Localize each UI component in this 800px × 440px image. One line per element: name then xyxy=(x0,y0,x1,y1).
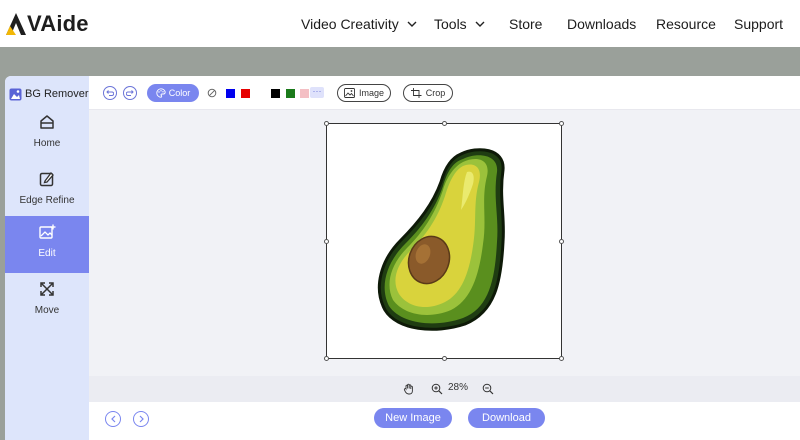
chevron-right-icon xyxy=(139,415,144,423)
nav-video-creativity[interactable]: Video Creativity xyxy=(301,16,417,32)
swatch-black[interactable] xyxy=(271,89,280,98)
image-icon xyxy=(344,88,355,98)
resize-handle-bottom-left[interactable] xyxy=(324,356,329,361)
avocado-image xyxy=(377,148,505,331)
resize-handle-top-right[interactable] xyxy=(559,121,564,126)
hand-pan-icon[interactable] xyxy=(403,383,415,395)
sidebar-item-label: Edge Refine xyxy=(19,195,75,206)
resize-handle-top-left[interactable] xyxy=(324,121,329,126)
move-icon xyxy=(40,282,54,296)
resize-handle-bottom[interactable] xyxy=(442,356,447,361)
swatch-red[interactable] xyxy=(241,89,250,98)
zoom-level: 28% xyxy=(448,382,469,393)
logo-mark-icon xyxy=(6,13,26,35)
home-icon xyxy=(40,115,54,129)
nav-store[interactable]: Store xyxy=(509,16,542,32)
logo-text: VAide xyxy=(27,11,89,36)
swatch-white[interactable] xyxy=(256,89,265,98)
chevron-down-icon xyxy=(475,21,485,27)
edge-refine-icon xyxy=(39,172,54,187)
sidebar-item-label: Move xyxy=(34,305,60,316)
zoom-out-icon[interactable] xyxy=(482,383,494,395)
nav-video-creativity-label: Video Creativity xyxy=(301,15,399,32)
redo-button[interactable] xyxy=(123,86,137,100)
zoom-in-icon[interactable] xyxy=(431,383,443,395)
nav-resource[interactable]: Resource xyxy=(656,16,716,32)
swatch-blue[interactable] xyxy=(226,89,235,98)
sidebar-item-label: Edit xyxy=(38,248,56,259)
image-button-label: Image xyxy=(358,88,384,98)
nav-support[interactable]: Support xyxy=(734,16,783,32)
undo-icon xyxy=(106,90,114,96)
palette-icon xyxy=(156,88,166,98)
resize-handle-right[interactable] xyxy=(559,239,564,244)
bg-remover-logo-icon xyxy=(9,88,22,100)
resize-handle-bottom-right[interactable] xyxy=(559,356,564,361)
color-button-label: Color xyxy=(168,88,191,98)
redo-icon xyxy=(126,90,134,96)
crop-icon xyxy=(410,88,422,98)
new-image-button[interactable]: New Image xyxy=(374,408,452,428)
image-preview[interactable] xyxy=(324,121,564,361)
resize-handle-left[interactable] xyxy=(324,239,329,244)
sidebar-item-edit[interactable]: Edit xyxy=(5,216,89,273)
previous-button[interactable] xyxy=(105,411,121,427)
crop-button[interactable]: Crop xyxy=(403,84,453,102)
nav-resource-label: Resource xyxy=(656,15,716,32)
no-color-icon[interactable] xyxy=(207,88,217,98)
sidebar-item-edge-refine[interactable]: Edge Refine xyxy=(5,163,89,220)
swatch-green[interactable] xyxy=(286,89,295,98)
nav-support-label: Support xyxy=(734,15,784,32)
nav-tools[interactable]: Tools xyxy=(434,16,485,32)
canvas-area xyxy=(89,110,800,376)
app-brand: BG Remover xyxy=(9,86,89,102)
download-button[interactable]: Download xyxy=(468,408,545,428)
nav-tools-label: Tools xyxy=(434,15,467,32)
sidebar-item-home[interactable]: Home xyxy=(5,106,89,163)
undo-button[interactable] xyxy=(103,86,117,100)
resize-handle-top[interactable] xyxy=(442,121,447,126)
color-button[interactable]: Color xyxy=(147,84,199,102)
app-brand-name: BG Remover xyxy=(25,88,89,100)
top-navigation: VAide Video Creativity Tools Store Downl… xyxy=(0,0,800,47)
chevron-left-icon xyxy=(110,415,115,423)
crop-button-label: Crop xyxy=(425,88,446,98)
edit-image-icon xyxy=(39,224,56,239)
more-colors-button[interactable]: ··· xyxy=(310,87,324,98)
sidebar-item-label: Home xyxy=(33,138,61,149)
nav-downloads[interactable]: Downloads xyxy=(567,16,636,32)
swatch-pink[interactable] xyxy=(300,89,309,98)
image-background-button[interactable]: Image xyxy=(337,84,391,102)
edit-toolbar: Color ··· Image Crop xyxy=(89,76,800,110)
sidebar: BG Remover Home Edge Refine Edit Move xyxy=(5,76,89,440)
editor-footer: New Image Download xyxy=(89,402,800,440)
nav-downloads-label: Downloads xyxy=(567,15,637,32)
chevron-down-icon xyxy=(407,21,417,27)
zoom-controls: 28% xyxy=(89,376,800,402)
site-logo[interactable]: VAide xyxy=(6,11,89,37)
sidebar-item-move[interactable]: Move xyxy=(5,273,89,330)
nav-store-label: Store xyxy=(509,15,543,32)
bg-remover-app: BG Remover Home Edge Refine Edit Move Co… xyxy=(5,76,800,440)
next-button[interactable] xyxy=(133,411,149,427)
